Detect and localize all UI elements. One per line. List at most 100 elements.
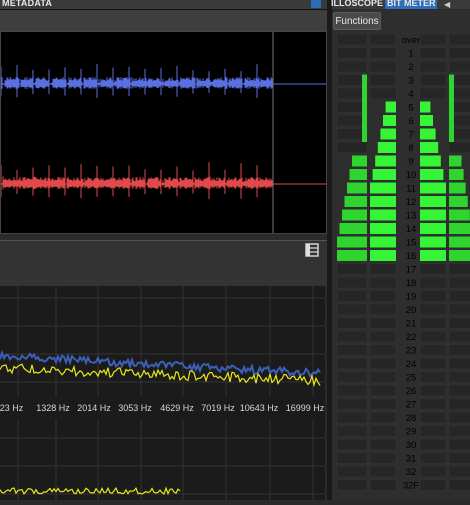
bit-cell (420, 236, 446, 248)
bit-row-label: 3 (408, 76, 413, 87)
bit-cell (369, 290, 397, 302)
tab-metadata[interactable]: METADATA (2, 0, 52, 8)
bit-cell (449, 169, 464, 180)
bit-cell (448, 263, 470, 275)
bit-cell (449, 196, 468, 207)
bit-cell (347, 182, 367, 194)
bit-cell (420, 128, 436, 140)
bit-cell (449, 74, 454, 142)
bit-cell (419, 411, 447, 424)
bit-row-label: 9 (408, 157, 413, 168)
bit-cell (449, 182, 466, 194)
bit-row-label: over (402, 35, 420, 46)
bit-cell (370, 182, 396, 194)
bit-cell (336, 60, 368, 73)
bit-cell (419, 87, 447, 100)
freq-tick-label: 10643 Hz (240, 403, 279, 413)
bit-cell (369, 87, 397, 100)
bit-cell (448, 479, 470, 491)
bit-cell (419, 425, 447, 437)
bit-row-label: 21 (406, 319, 417, 330)
freq-tick-label: 2014 Hz (77, 403, 111, 413)
freq-tick-label: 4629 Hz (160, 403, 194, 413)
bit-cell (420, 101, 431, 113)
chevron-left-icon[interactable]: ◀ (444, 0, 452, 9)
bit-cell (419, 344, 447, 356)
spectrum-view[interactable]: 923 Hz 1328 Hz 2014 Hz 3053 Hz 4629 Hz 7019 H… (0, 286, 325, 500)
bit-cell (369, 371, 397, 383)
bit-cell (449, 236, 470, 248)
bit-cell (369, 47, 397, 59)
bit-row-label: 13 (406, 211, 417, 222)
bit-cell (369, 344, 397, 356)
waveform-view[interactable] (0, 31, 327, 234)
bit-cell (448, 290, 470, 302)
freq-tick-label: 3053 Hz (118, 403, 152, 413)
bit-cell (448, 33, 470, 46)
bit-row-label: 10 (406, 170, 417, 181)
bit-cell (420, 169, 444, 180)
bit-cell (336, 303, 368, 316)
bit-row-label: 6 (408, 116, 413, 127)
bit-row-label: 26 (406, 386, 417, 397)
bit-cell (420, 115, 433, 126)
bit-cell (369, 411, 397, 424)
bit-cell (336, 425, 368, 437)
bit-cell (448, 344, 470, 356)
bit-cell (420, 250, 446, 261)
bit-cell (349, 169, 367, 180)
bit-cell (336, 47, 368, 59)
bit-cell (385, 101, 396, 113)
bit-row-label: 24 (406, 359, 417, 370)
bit-row-label: 14 (406, 224, 417, 235)
bit-cell (448, 276, 470, 289)
bit-row-label: 7 (408, 130, 413, 141)
panel-layout-button[interactable] (311, 0, 321, 8)
bit-row-label: 5 (408, 103, 413, 114)
bit-cell (419, 263, 447, 275)
bit-cell (336, 384, 368, 397)
bit-cell (448, 411, 470, 424)
bit-cell (372, 169, 396, 180)
tab-bit-meter[interactable]: BIT METER (387, 0, 436, 8)
bit-cell (336, 371, 368, 383)
bit-cell (420, 155, 441, 167)
functions-button[interactable]: Functions (333, 12, 381, 30)
bit-cell (369, 465, 397, 478)
bit-cell (419, 465, 447, 478)
bit-row-label: 4 (408, 89, 413, 100)
bit-cell (369, 276, 397, 289)
bit-cell (336, 452, 368, 464)
spectrum-toolbar (0, 240, 327, 286)
bit-row-label: 25 (406, 373, 417, 384)
layout-icon[interactable] (305, 243, 319, 257)
bit-cell (369, 317, 397, 329)
bit-cell (419, 47, 447, 59)
bit-cell (336, 317, 368, 329)
bit-cell (420, 196, 446, 207)
bit-cell (369, 74, 397, 86)
bit-cell (352, 155, 367, 167)
bit-cell (419, 33, 447, 46)
bit-cell (448, 465, 470, 478)
spectrum-peak-trace (0, 349, 321, 378)
bit-row-label: 17 (406, 265, 417, 276)
bit-row-label: 23 (406, 346, 417, 357)
bit-row-label: 8 (408, 143, 413, 154)
bit-cell (339, 223, 367, 234)
bit-row-label: 29 (406, 427, 417, 438)
bit-cell (419, 317, 447, 329)
waveform-trace (0, 162, 273, 200)
bit-cell (419, 384, 447, 397)
bit-cell (370, 223, 396, 234)
bit-cell (369, 330, 397, 343)
bit-cell (448, 330, 470, 343)
tab-oscilloscope[interactable]: ILLOSCOPE (331, 0, 383, 8)
waveform-svg (0, 32, 326, 233)
bit-cell (377, 142, 396, 153)
bit-row-label: 20 (406, 305, 417, 316)
bit-cell (342, 209, 367, 221)
bit-row-label: 27 (406, 400, 417, 411)
spectrum-svg: 923 Hz 1328 Hz 2014 Hz 3053 Hz 4629 Hz 7019 H… (0, 286, 325, 500)
bit-cell (369, 357, 397, 370)
